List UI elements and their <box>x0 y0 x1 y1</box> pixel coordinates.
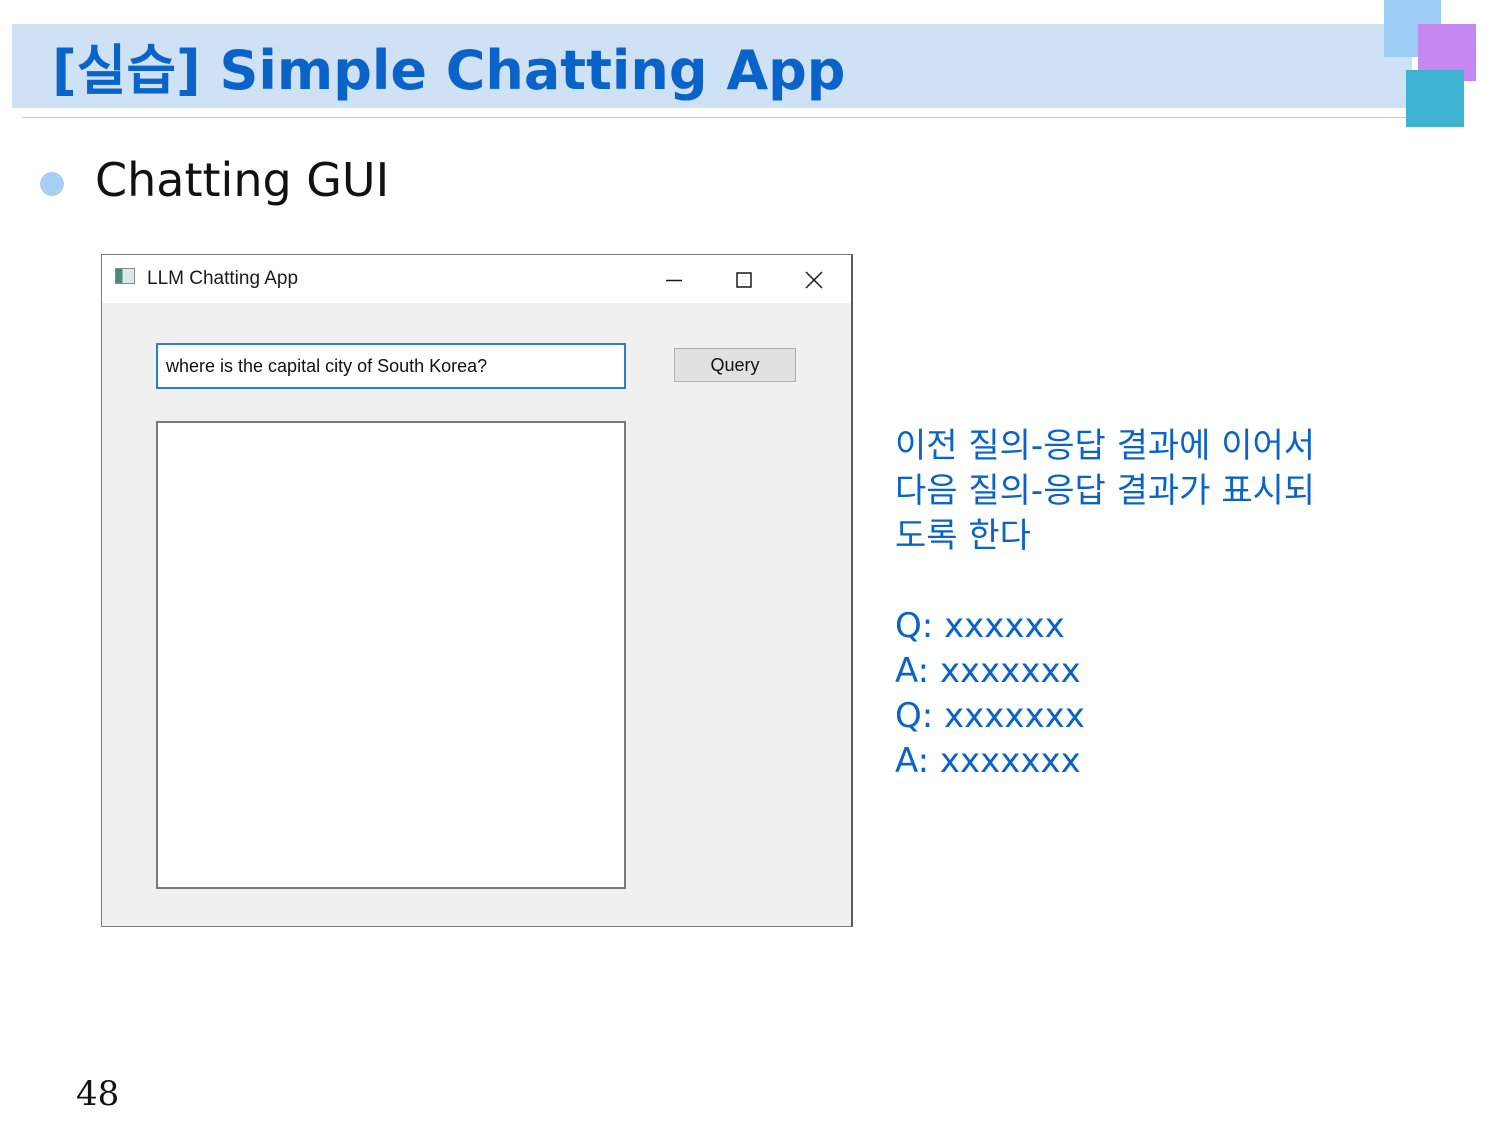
decorative-square-teal <box>1406 70 1464 127</box>
example-line: A: xxxxxxx <box>895 651 1081 691</box>
bullet-heading: Chatting GUI <box>95 153 390 207</box>
note-line: 도록 한다 <box>895 516 1031 556</box>
app-window-icon <box>115 268 135 284</box>
maximize-button[interactable] <box>709 255 779 303</box>
query-input[interactable] <box>156 343 626 389</box>
note-line: 이전 질의-응답 결과에 이어서 <box>895 426 1316 466</box>
minimize-icon <box>666 279 682 282</box>
page-number: 48 <box>76 1074 120 1114</box>
example-line: A: xxxxxxx <box>895 741 1081 781</box>
note-line: 다음 질의-응답 결과가 표시되 <box>895 471 1316 511</box>
query-button[interactable]: Query <box>674 348 796 382</box>
slide-title: [실습] Simple Chatting App <box>52 39 846 102</box>
window-titlebar[interactable]: LLM Chatting App <box>102 255 851 303</box>
maximize-icon <box>736 272 752 288</box>
app-window: LLM Chatting App Query <box>101 254 853 927</box>
response-text-area[interactable] <box>156 421 626 889</box>
close-button[interactable] <box>779 255 849 303</box>
minimize-button[interactable] <box>639 255 709 303</box>
example-line: Q: xxxxxx <box>895 606 1065 646</box>
title-divider <box>22 117 1408 118</box>
close-icon <box>805 271 823 289</box>
bullet-dot-icon <box>40 172 64 196</box>
instruction-note: 이전 질의-응답 결과에 이어서 다음 질의-응답 결과가 표시되 도록 한다 … <box>895 424 1315 784</box>
note-spacer <box>895 559 1315 604</box>
window-title: LLM Chatting App <box>147 268 299 289</box>
example-line: Q: xxxxxxx <box>895 696 1085 736</box>
